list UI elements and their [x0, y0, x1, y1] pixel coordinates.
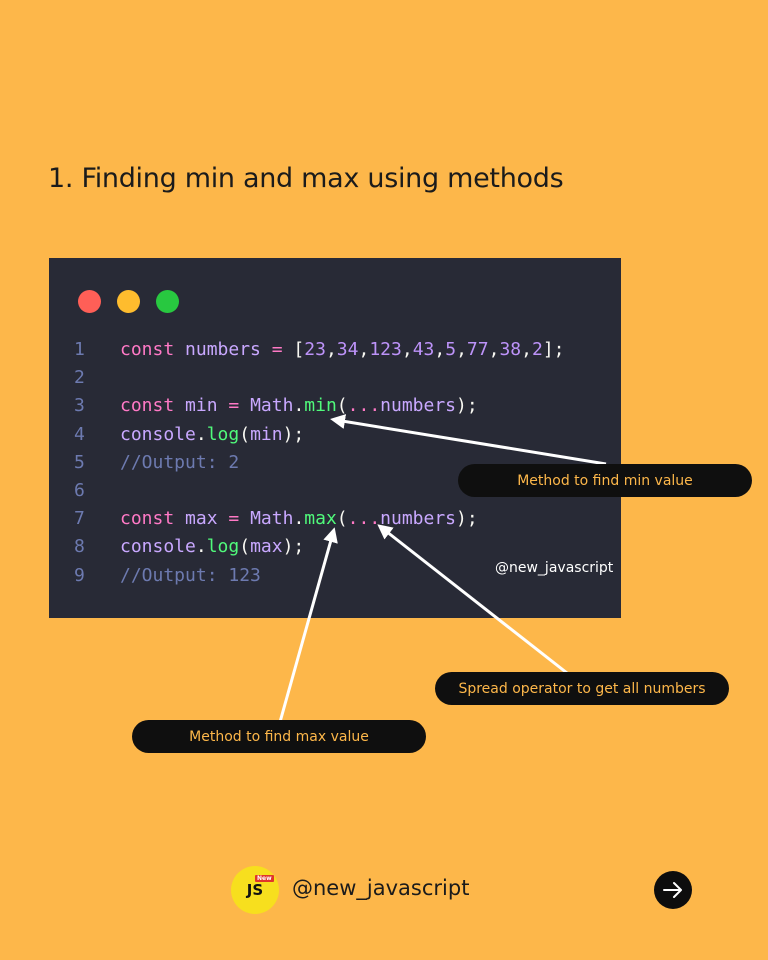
js-logo: JS New [231, 866, 279, 914]
next-button[interactable] [654, 871, 692, 909]
callout-spread-operator: Spread operator to get all numbers [435, 672, 729, 705]
arrow-to-math-max [278, 527, 338, 723]
arrow-to-spread-operator [377, 524, 568, 675]
logo-text: JS [246, 881, 264, 899]
new-badge: New [255, 875, 274, 882]
arrow-right-icon [663, 882, 682, 898]
footer-handle: @new_javascript [292, 876, 470, 900]
callout-min-method: Method to find min value [458, 464, 752, 497]
arrow-to-math-min [330, 414, 607, 466]
callout-max-method: Method to find max value [132, 720, 426, 753]
